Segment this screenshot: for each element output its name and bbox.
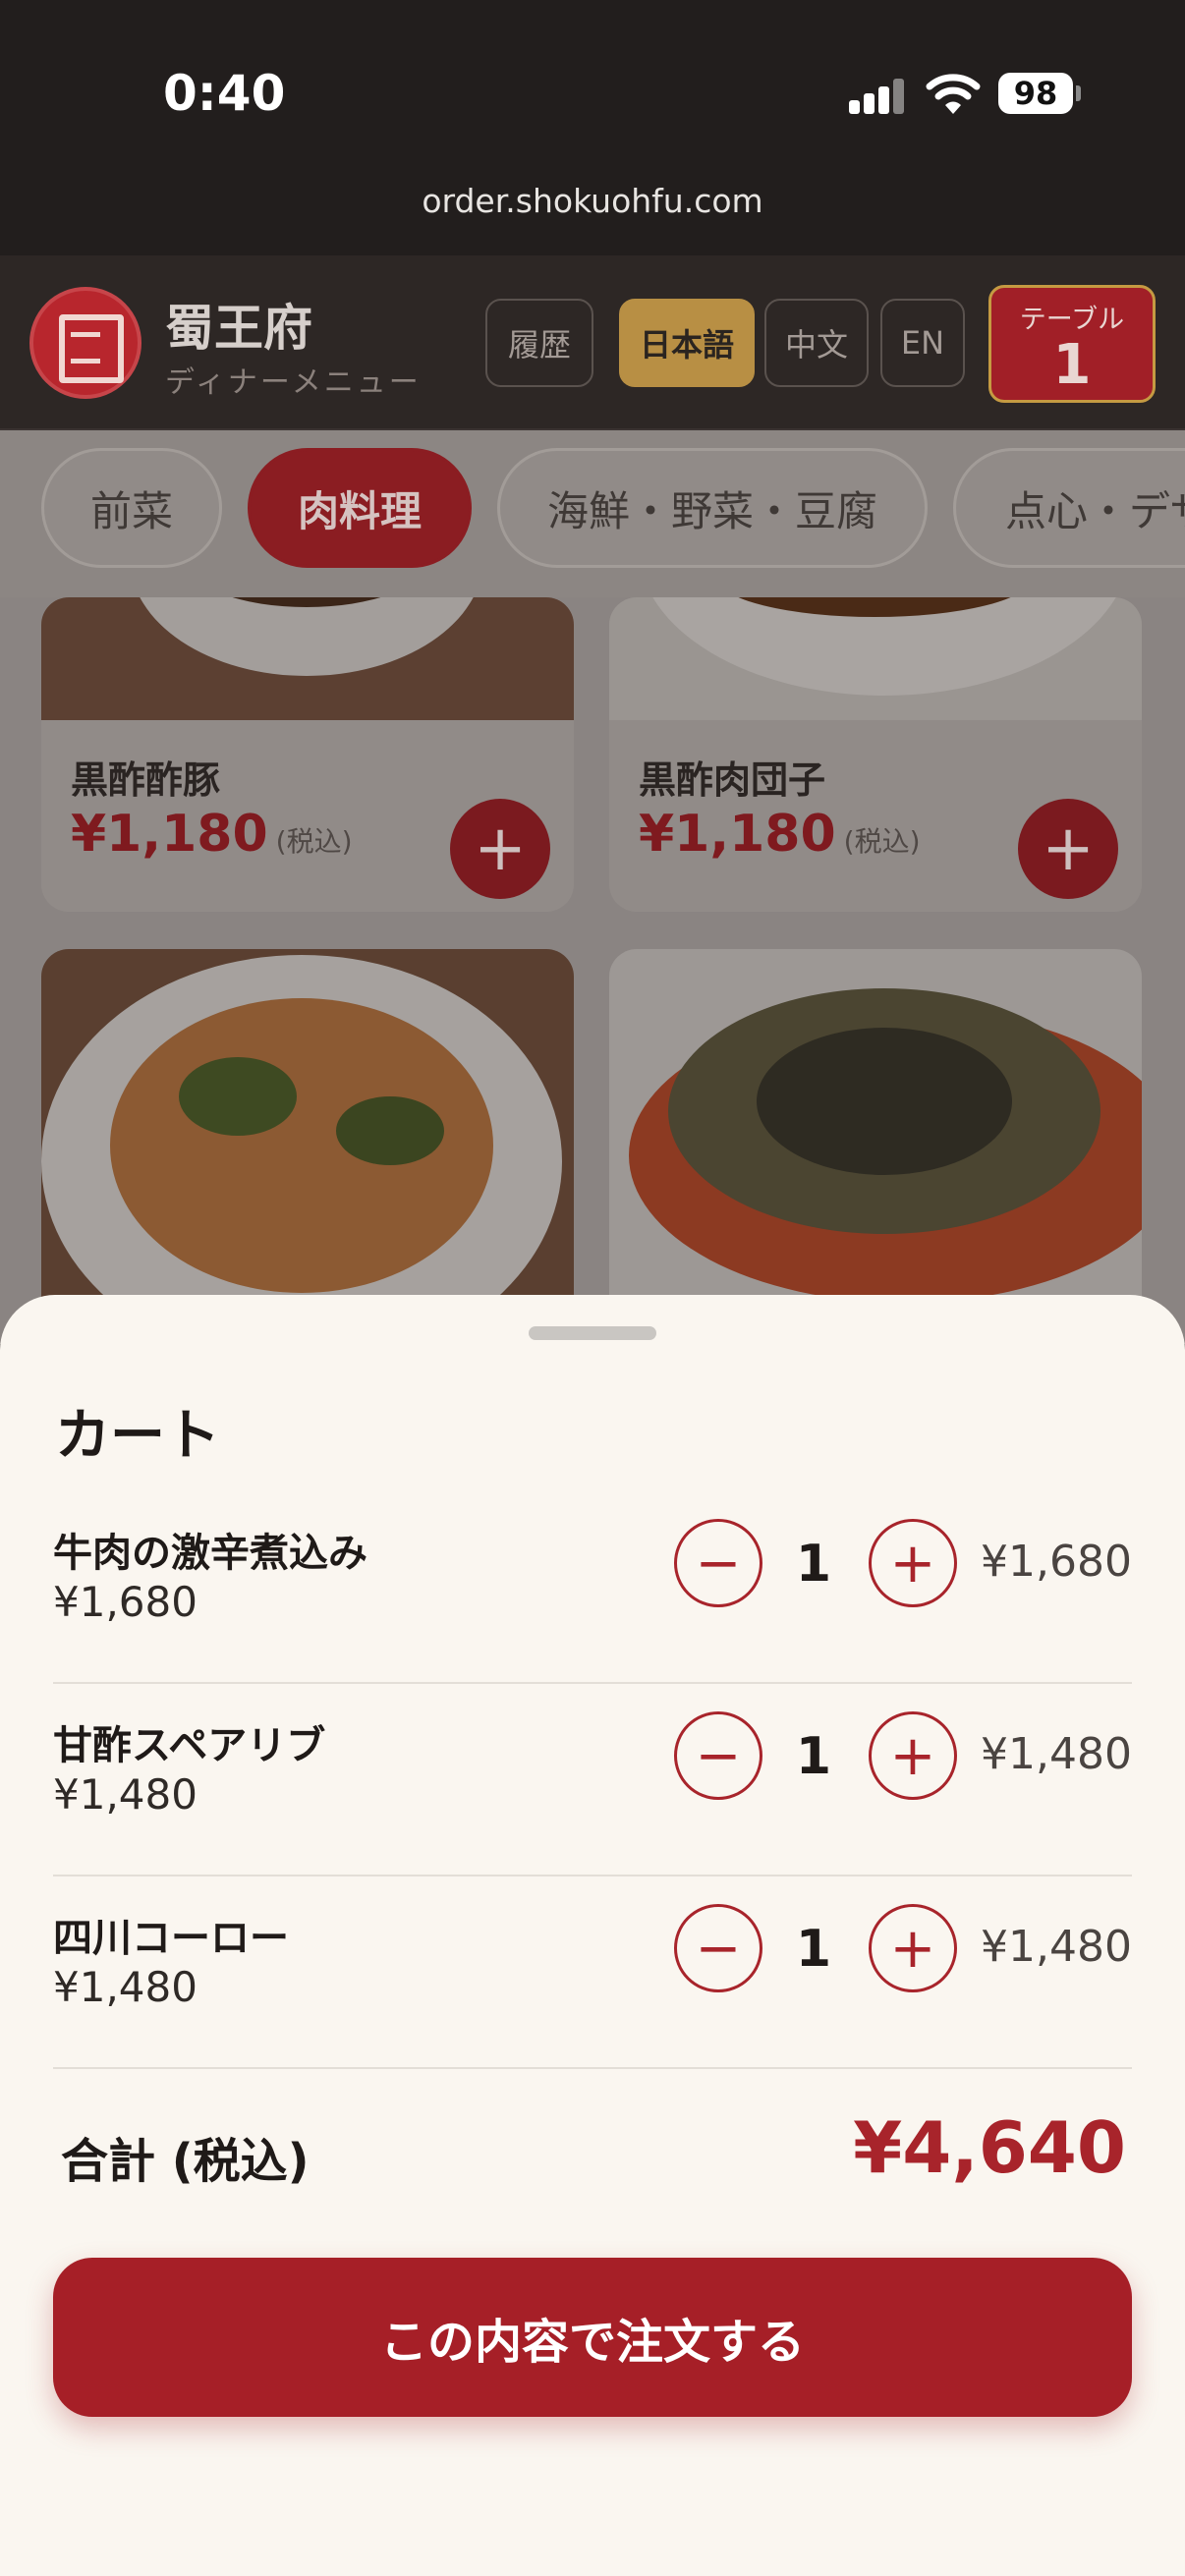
- dish-photo: [41, 949, 574, 1303]
- price-value: ¥1,180: [639, 805, 836, 864]
- lang-button-ja[interactable]: 日本語: [619, 299, 755, 387]
- cart-item-qty: 1: [795, 1535, 832, 1594]
- cart-item-subtotal: ¥1,680: [981, 1537, 1132, 1587]
- menu-card: 黒酢酢豚 ¥1,180 (税込) +: [41, 597, 574, 912]
- dish-photo: [609, 949, 1142, 1303]
- increase-qty-button[interactable]: +: [869, 1904, 957, 1992]
- brand-name: 蜀王府: [165, 300, 312, 357]
- increase-qty-button[interactable]: +: [869, 1711, 957, 1800]
- cart-row: 牛肉の激辛煮込み ¥1,680 − 1 + ¥1,680: [53, 1491, 1132, 1684]
- card-body: 黒酢酢豚 ¥1,180 (税込) +: [41, 720, 574, 911]
- cart-item-name: 四川コーロー: [53, 1916, 289, 1961]
- lang-button-zh[interactable]: 中文: [764, 299, 869, 387]
- cart-sheet: カート 牛肉の激辛煮込み ¥1,680 − 1 + ¥1,680 甘酢スペアリブ…: [0, 1295, 1185, 2576]
- add-to-cart-button[interactable]: +: [450, 799, 550, 899]
- cart-item-subtotal: ¥1,480: [981, 1922, 1132, 1972]
- dish-name: 黒酢肉団子: [639, 758, 826, 802]
- cart-item-unit-price: ¥1,480: [53, 1963, 198, 2011]
- place-order-button[interactable]: この内容で注文する: [53, 2258, 1132, 2417]
- status-bar: 0:40 98 order.shokuohfu.com: [0, 0, 1185, 255]
- tax-note: (税込): [843, 825, 921, 858]
- restaurant-logo: [29, 287, 141, 399]
- increase-qty-button[interactable]: +: [869, 1519, 957, 1607]
- total-value: ¥4,640: [853, 2106, 1126, 2189]
- sheet-drag-handle[interactable]: [529, 1326, 656, 1340]
- cart-item-unit-price: ¥1,680: [53, 1578, 198, 1626]
- decrease-qty-button[interactable]: −: [674, 1904, 762, 1992]
- tab-meat[interactable]: 肉料理: [248, 448, 472, 568]
- table-number: 1: [1052, 333, 1092, 397]
- cart-title: カート: [55, 1404, 220, 1468]
- dish-photo: [609, 597, 1142, 720]
- total-label: 合計 (税込): [61, 2134, 310, 2189]
- tab-dimsum-dessert[interactable]: 点心・デザ: [953, 448, 1185, 568]
- table-label: テーブル: [1019, 305, 1125, 335]
- wifi-icon: [926, 74, 981, 114]
- category-tabs: 前菜 肉料理 海鮮・野菜・豆腐 点心・デザ: [0, 430, 1185, 597]
- cellular-signal-icon: [849, 79, 906, 114]
- lang-button-en[interactable]: EN: [880, 299, 965, 387]
- price-value: ¥1,180: [71, 805, 268, 864]
- menu-card: 黒酢肉団子 ¥1,180 (税込) +: [609, 597, 1142, 912]
- cart-item-qty: 1: [795, 1727, 832, 1786]
- cart-row: 四川コーロー ¥1,480 − 1 + ¥1,480: [53, 1876, 1132, 2069]
- dish-name: 黒酢酢豚: [71, 758, 221, 802]
- app-header: 蜀王府 ディナーメニュー 履歴 日本語 中文 EN テーブル 1: [0, 255, 1185, 430]
- cart-item-name: 甘酢スペアリブ: [53, 1723, 326, 1768]
- dish-photo: [41, 597, 574, 720]
- card-body: 黒酢肉団子 ¥1,180 (税込) +: [609, 720, 1142, 911]
- cart-item-unit-price: ¥1,480: [53, 1770, 198, 1819]
- cart-item-qty: 1: [795, 1920, 832, 1979]
- battery-icon: 98: [998, 73, 1081, 114]
- cart-row: 甘酢スペアリブ ¥1,480 − 1 + ¥1,480: [53, 1684, 1132, 1876]
- status-time: 0:40: [163, 65, 286, 122]
- tax-note: (税込): [275, 825, 353, 858]
- brand-subtitle: ディナーメニュー: [165, 365, 422, 400]
- menu-grid: 黒酢酢豚 ¥1,180 (税込) + 黒酢肉団子 ¥1,180 (税込) +: [0, 597, 1185, 1344]
- address-bar[interactable]: order.shokuohfu.com: [0, 182, 1185, 220]
- cart-item-name: 牛肉の激辛煮込み: [53, 1531, 367, 1576]
- decrease-qty-button[interactable]: −: [674, 1519, 762, 1607]
- decrease-qty-button[interactable]: −: [674, 1711, 762, 1800]
- tab-appetizer[interactable]: 前菜: [41, 448, 222, 568]
- dish-price: ¥1,180 (税込): [639, 805, 921, 864]
- table-badge: テーブル 1: [988, 285, 1156, 403]
- cart-item-subtotal: ¥1,480: [981, 1729, 1132, 1779]
- history-button[interactable]: 履歴: [485, 299, 593, 387]
- add-to-cart-button[interactable]: +: [1018, 799, 1118, 899]
- tab-seafood-veg-tofu[interactable]: 海鮮・野菜・豆腐: [497, 448, 928, 568]
- dish-price: ¥1,180 (税込): [71, 805, 353, 864]
